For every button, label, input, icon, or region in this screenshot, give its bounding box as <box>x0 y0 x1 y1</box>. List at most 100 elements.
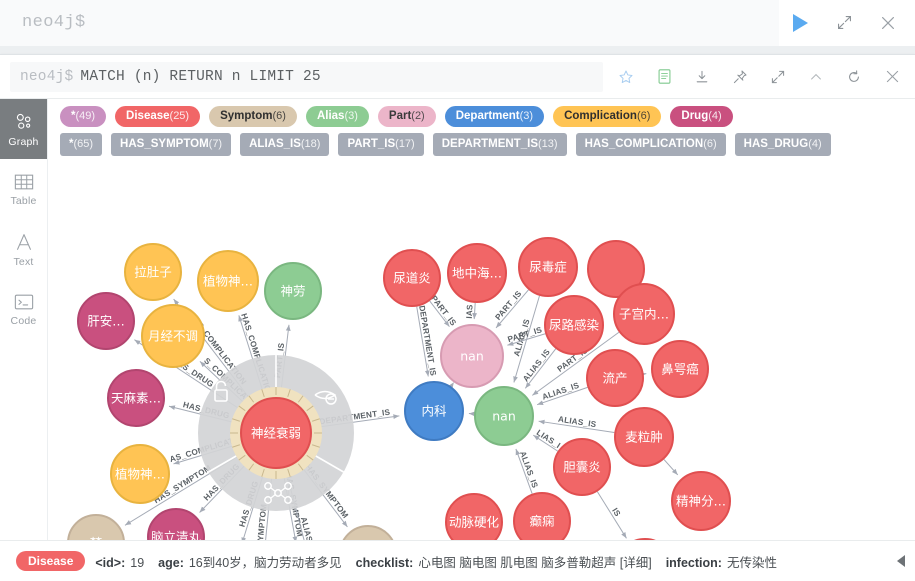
graph-edge[interactable] <box>515 448 533 494</box>
graph-edge[interactable] <box>507 333 546 346</box>
download-button[interactable] <box>687 62 717 92</box>
graph-node[interactable]: 胆囊炎 <box>553 438 611 496</box>
node-circle[interactable] <box>124 243 182 301</box>
graph-node[interactable]: 肝安… <box>77 292 135 350</box>
property-key: checklist: <box>355 555 414 570</box>
pin-button[interactable] <box>725 62 755 92</box>
label-chip[interactable]: Part (2) <box>377 106 436 127</box>
graph-edge[interactable] <box>416 306 430 377</box>
label-chip[interactable]: Department (3) <box>444 106 545 127</box>
node-circle[interactable] <box>240 397 312 469</box>
close-editor-button[interactable] <box>871 6 905 40</box>
property-key: <id>: <box>95 555 126 570</box>
sidebar-item-table[interactable]: Table <box>0 159 47 219</box>
node-circle[interactable] <box>586 349 644 407</box>
status-badge[interactable]: Disease <box>16 551 86 571</box>
label-chip[interactable]: Disease (25) <box>115 106 201 127</box>
sidebar-item-label: Text <box>13 255 34 268</box>
node-circle[interactable] <box>614 407 674 467</box>
graph-edge[interactable] <box>495 289 529 329</box>
favorite-button[interactable] <box>611 62 641 92</box>
sidebar-item-graph[interactable]: Graph <box>0 99 47 159</box>
sidebar-item-text[interactable]: Text <box>0 219 47 279</box>
node-circle[interactable] <box>671 471 731 531</box>
node-circle[interactable] <box>553 438 611 496</box>
graph-node[interactable]: 植物神… <box>110 444 170 504</box>
label-chip-name: Department <box>455 110 520 122</box>
node-circle[interactable] <box>404 381 464 441</box>
graph-edge[interactable] <box>524 348 557 389</box>
node-circle[interactable] <box>474 386 534 446</box>
label-chip[interactable]: Drug (4) <box>670 106 733 127</box>
graph-node[interactable]: 尿毒症 <box>518 237 578 297</box>
graph-node[interactable]: 神劳 <box>264 262 322 320</box>
frame-query-display[interactable]: neo4j$ MATCH (n) RETURN n LIMIT 25 <box>10 61 603 92</box>
graph-edge[interactable] <box>538 419 615 434</box>
graph-node[interactable]: nan <box>474 386 534 446</box>
download-icon <box>696 70 708 82</box>
node-circle[interactable] <box>518 237 578 297</box>
relationship-chip[interactable]: * (65) <box>60 132 103 156</box>
graph-node[interactable]: 月经不调 <box>141 304 205 368</box>
graph-edge[interactable] <box>663 459 679 476</box>
node-circle[interactable] <box>264 262 322 320</box>
label-chip[interactable]: Symptom (6) <box>209 106 297 127</box>
node-circle[interactable] <box>141 304 205 368</box>
graph-node[interactable]: 流产 <box>586 349 644 407</box>
node-circle[interactable] <box>110 444 170 504</box>
graph-canvas[interactable]: * (49) Disease (25) Symptom (6) Alias (3) Part (2… <box>48 99 915 581</box>
node-circle[interactable] <box>447 243 507 303</box>
collapse-button[interactable] <box>801 62 831 92</box>
relationship-chip[interactable]: PART_IS (17) <box>338 132 424 156</box>
graph-visualization[interactable]: HAS_COMPLICATIONHAS_COMPLICATIONHAS_COMP… <box>48 99 915 581</box>
node-circle[interactable] <box>544 295 604 355</box>
graph-node[interactable]: 子宫内… <box>613 283 675 345</box>
label-chip-name: Complication <box>564 110 637 122</box>
graph-node[interactable]: 内科 <box>404 381 464 441</box>
graph-edge[interactable] <box>533 434 559 452</box>
label-chip[interactable]: Complication (6) <box>553 106 662 127</box>
fullscreen-button[interactable] <box>763 62 793 92</box>
run-query-button[interactable] <box>783 6 817 40</box>
node-circle[interactable] <box>383 249 441 307</box>
graph-node[interactable]: 精神分… <box>671 471 731 531</box>
edge-type-label: PART_IS <box>429 294 458 328</box>
save-csv-button[interactable] <box>649 62 679 92</box>
close-frame-button[interactable] <box>877 62 907 92</box>
relationship-chip[interactable]: ALIAS_IS (18) <box>240 132 330 156</box>
rerun-button[interactable] <box>839 62 869 92</box>
graph-node[interactable]: 植物神… <box>197 250 259 312</box>
node-circle[interactable] <box>107 369 165 427</box>
node-circle[interactable] <box>197 250 259 312</box>
relationship-chip[interactable]: DEPARTMENT_IS (13) <box>432 132 567 156</box>
graph-node[interactable]: nan <box>440 324 504 388</box>
label-chip[interactable]: Alias (3) <box>305 106 369 127</box>
graph-nodes[interactable]: 拉肚子植物神…神劳肝安…月经不调天麻素…植物神…梦脑立清丸保持睡…益脑胶囊易疲乏… <box>67 237 731 581</box>
graph-node[interactable]: 麦粒肿 <box>614 407 674 467</box>
relationship-chip[interactable]: HAS_SYMPTOM (7) <box>111 132 232 156</box>
relationship-chip[interactable]: HAS_COMPLICATION (6) <box>575 132 726 156</box>
sidebar-item-code[interactable]: Code <box>0 279 47 339</box>
query-editor-input[interactable]: neo4j$ <box>0 0 779 46</box>
arrow-left-icon[interactable] <box>897 555 905 567</box>
node-circle[interactable] <box>440 324 504 388</box>
graph-node-selected[interactable]: 神经衰弱 <box>240 397 312 469</box>
graph-edge[interactable] <box>596 491 627 539</box>
label-chip[interactable]: * (49) <box>60 106 107 127</box>
relationship-chip[interactable]: HAS_DRUG (4) <box>734 132 831 156</box>
node-circle[interactable] <box>77 292 135 350</box>
relationship-chip-name: HAS_DRUG <box>743 137 809 150</box>
graph-node[interactable]: 尿道炎 <box>383 249 441 307</box>
graph-edge[interactable] <box>472 302 477 320</box>
node-circle[interactable] <box>613 283 675 345</box>
node-circle[interactable] <box>651 340 709 398</box>
graph-node[interactable]: 天麻素… <box>107 369 165 427</box>
graph-node[interactable]: 地中海… <box>447 243 507 303</box>
expand-editor-button[interactable] <box>827 6 861 40</box>
graph-edge[interactable] <box>429 300 450 327</box>
graph-node[interactable]: 鼻咢癌 <box>651 340 709 398</box>
property-key: age: <box>158 555 184 570</box>
graph-edge[interactable] <box>536 386 588 406</box>
graph-node[interactable]: 拉肚子 <box>124 243 182 301</box>
graph-node[interactable]: 尿路感染 <box>544 295 604 355</box>
